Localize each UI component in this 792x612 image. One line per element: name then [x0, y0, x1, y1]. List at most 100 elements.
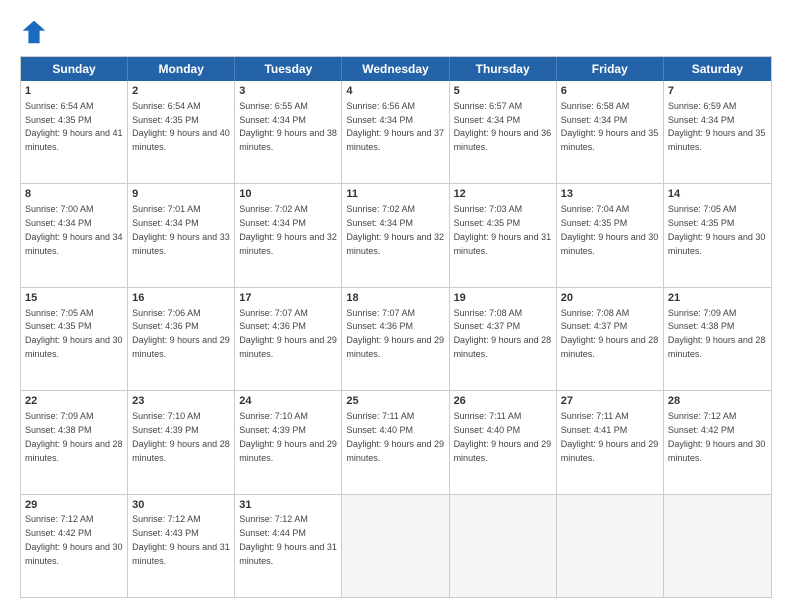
day-number: 16 — [132, 291, 230, 306]
header-day-wednesday: Wednesday — [342, 57, 449, 81]
day-cell-30: 30Sunrise: 7:12 AMSunset: 4:43 PMDayligh… — [128, 495, 235, 597]
calendar-row-1: 1 Sunrise: 6:54 AMSunset: 4:35 PMDaylight… — [21, 81, 771, 183]
calendar: SundayMondayTuesdayWednesdayThursdayFrid… — [20, 56, 772, 598]
day-number: 14 — [668, 187, 767, 202]
header-day-thursday: Thursday — [450, 57, 557, 81]
day-info: Sunrise: 7:00 AMSunset: 4:34 PMDaylight:… — [25, 204, 123, 255]
day-number: 12 — [454, 187, 552, 202]
top-section — [20, 18, 772, 46]
day-cell-27: 27Sunrise: 7:11 AMSunset: 4:41 PMDayligh… — [557, 391, 664, 493]
day-number: 9 — [132, 187, 230, 202]
day-cell-23: 23 Sunrise: 7:10 AMSunset: 4:39 PMDayligh… — [128, 391, 235, 493]
day-number: 23 — [132, 394, 230, 409]
day-info: Sunrise: 7:02 AMSunset: 4:34 PMDaylight:… — [239, 204, 337, 255]
day-info: Sunrise: 7:08 AMSunset: 4:37 PMDaylight:… — [561, 308, 659, 359]
day-number: 11 — [346, 187, 444, 202]
day-info: Sunrise: 7:10 AMSunset: 4:39 PMDaylight:… — [132, 411, 230, 462]
day-info: Sunrise: 7:12 AMSunset: 4:43 PMDaylight:… — [132, 514, 230, 565]
day-cell-3: 3 Sunrise: 6:55 AMSunset: 4:34 PMDaylight… — [235, 81, 342, 183]
day-number: 10 — [239, 187, 337, 202]
header-day-tuesday: Tuesday — [235, 57, 342, 81]
day-number: 5 — [454, 84, 552, 99]
day-info: Sunrise: 6:59 AMSunset: 4:34 PMDaylight:… — [668, 101, 766, 152]
header-day-monday: Monday — [128, 57, 235, 81]
calendar-body: 1 Sunrise: 6:54 AMSunset: 4:35 PMDaylight… — [21, 81, 771, 597]
day-cell-9: 9 Sunrise: 7:01 AMSunset: 4:34 PMDaylight… — [128, 184, 235, 286]
day-cell-20: 20Sunrise: 7:08 AMSunset: 4:37 PMDayligh… — [557, 288, 664, 390]
day-cell-21: 21 Sunrise: 7:09 AMSunset: 4:38 PMDayligh… — [664, 288, 771, 390]
day-cell-6: 6Sunrise: 6:58 AMSunset: 4:34 PMDaylight… — [557, 81, 664, 183]
empty-cell — [450, 495, 557, 597]
header-day-saturday: Saturday — [664, 57, 771, 81]
day-info: Sunrise: 6:56 AMSunset: 4:34 PMDaylight:… — [346, 101, 444, 152]
day-number: 19 — [454, 291, 552, 306]
day-number: 28 — [668, 394, 767, 409]
day-number: 25 — [346, 394, 444, 409]
empty-cell — [664, 495, 771, 597]
day-number: 18 — [346, 291, 444, 306]
day-cell-12: 12 Sunrise: 7:03 AMSunset: 4:35 PMDayligh… — [450, 184, 557, 286]
day-number: 2 — [132, 84, 230, 99]
day-cell-25: 25 Sunrise: 7:11 AMSunset: 4:40 PMDayligh… — [342, 391, 449, 493]
day-number: 31 — [239, 498, 337, 513]
calendar-row-3: 15Sunrise: 7:05 AMSunset: 4:35 PMDayligh… — [21, 287, 771, 390]
day-info: Sunrise: 7:12 AMSunset: 4:44 PMDaylight:… — [239, 514, 337, 565]
day-cell-26: 26 Sunrise: 7:11 AMSunset: 4:40 PMDayligh… — [450, 391, 557, 493]
day-cell-29: 29Sunrise: 7:12 AMSunset: 4:42 PMDayligh… — [21, 495, 128, 597]
day-info: Sunrise: 6:54 AMSunset: 4:35 PMDaylight:… — [25, 101, 123, 152]
day-number: 27 — [561, 394, 659, 409]
day-info: Sunrise: 7:01 AMSunset: 4:34 PMDaylight:… — [132, 204, 230, 255]
day-info: Sunrise: 7:07 AMSunset: 4:36 PMDaylight:… — [346, 308, 444, 359]
day-info: Sunrise: 7:11 AMSunset: 4:40 PMDaylight:… — [454, 411, 552, 462]
day-cell-13: 13 Sunrise: 7:04 AMSunset: 4:35 PMDayligh… — [557, 184, 664, 286]
day-number: 17 — [239, 291, 337, 306]
day-number: 26 — [454, 394, 552, 409]
page: SundayMondayTuesdayWednesdayThursdayFrid… — [0, 0, 792, 612]
day-number: 24 — [239, 394, 337, 409]
day-info: Sunrise: 7:05 AMSunset: 4:35 PMDaylight:… — [25, 308, 123, 359]
day-number: 1 — [25, 84, 123, 99]
day-number: 21 — [668, 291, 767, 306]
day-cell-7: 7Sunrise: 6:59 AMSunset: 4:34 PMDaylight… — [664, 81, 771, 183]
day-cell-11: 11 Sunrise: 7:02 AMSunset: 4:34 PMDayligh… — [342, 184, 449, 286]
day-cell-15: 15Sunrise: 7:05 AMSunset: 4:35 PMDayligh… — [21, 288, 128, 390]
empty-cell — [342, 495, 449, 597]
day-info: Sunrise: 7:08 AMSunset: 4:37 PMDaylight:… — [454, 308, 552, 359]
day-cell-8: 8 Sunrise: 7:00 AMSunset: 4:34 PMDaylight… — [21, 184, 128, 286]
day-number: 13 — [561, 187, 659, 202]
day-cell-28: 28 Sunrise: 7:12 AMSunset: 4:42 PMDayligh… — [664, 391, 771, 493]
day-info: Sunrise: 6:58 AMSunset: 4:34 PMDaylight:… — [561, 101, 659, 152]
day-number: 3 — [239, 84, 337, 99]
day-info: Sunrise: 6:55 AMSunset: 4:34 PMDaylight:… — [239, 101, 337, 152]
day-number: 8 — [25, 187, 123, 202]
empty-cell — [557, 495, 664, 597]
day-cell-1: 1 Sunrise: 6:54 AMSunset: 4:35 PMDaylight… — [21, 81, 128, 183]
day-info: Sunrise: 7:03 AMSunset: 4:35 PMDaylight:… — [454, 204, 552, 255]
day-info: Sunrise: 7:04 AMSunset: 4:35 PMDaylight:… — [561, 204, 659, 255]
day-cell-31: 31Sunrise: 7:12 AMSunset: 4:44 PMDayligh… — [235, 495, 342, 597]
day-info: Sunrise: 7:09 AMSunset: 4:38 PMDaylight:… — [668, 308, 766, 359]
day-info: Sunrise: 7:10 AMSunset: 4:39 PMDaylight:… — [239, 411, 337, 462]
day-info: Sunrise: 7:11 AMSunset: 4:40 PMDaylight:… — [346, 411, 444, 462]
header-day-friday: Friday — [557, 57, 664, 81]
day-number: 4 — [346, 84, 444, 99]
calendar-header: SundayMondayTuesdayWednesdayThursdayFrid… — [21, 57, 771, 81]
day-cell-18: 18 Sunrise: 7:07 AMSunset: 4:36 PMDayligh… — [342, 288, 449, 390]
day-cell-22: 22 Sunrise: 7:09 AMSunset: 4:38 PMDayligh… — [21, 391, 128, 493]
day-cell-24: 24 Sunrise: 7:10 AMSunset: 4:39 PMDayligh… — [235, 391, 342, 493]
day-cell-2: 2 Sunrise: 6:54 AMSunset: 4:35 PMDaylight… — [128, 81, 235, 183]
day-info: Sunrise: 6:54 AMSunset: 4:35 PMDaylight:… — [132, 101, 230, 152]
day-number: 22 — [25, 394, 123, 409]
day-cell-16: 16Sunrise: 7:06 AMSunset: 4:36 PMDayligh… — [128, 288, 235, 390]
day-cell-10: 10 Sunrise: 7:02 AMSunset: 4:34 PMDayligh… — [235, 184, 342, 286]
day-cell-17: 17Sunrise: 7:07 AMSunset: 4:36 PMDayligh… — [235, 288, 342, 390]
day-cell-5: 5 Sunrise: 6:57 AMSunset: 4:34 PMDaylight… — [450, 81, 557, 183]
day-info: Sunrise: 7:02 AMSunset: 4:34 PMDaylight:… — [346, 204, 444, 255]
calendar-row-2: 8 Sunrise: 7:00 AMSunset: 4:34 PMDaylight… — [21, 183, 771, 286]
day-info: Sunrise: 7:12 AMSunset: 4:42 PMDaylight:… — [668, 411, 766, 462]
day-info: Sunrise: 6:57 AMSunset: 4:34 PMDaylight:… — [454, 101, 552, 152]
day-cell-14: 14Sunrise: 7:05 AMSunset: 4:35 PMDayligh… — [664, 184, 771, 286]
day-info: Sunrise: 7:12 AMSunset: 4:42 PMDaylight:… — [25, 514, 123, 565]
day-info: Sunrise: 7:09 AMSunset: 4:38 PMDaylight:… — [25, 411, 123, 462]
day-number: 30 — [132, 498, 230, 513]
